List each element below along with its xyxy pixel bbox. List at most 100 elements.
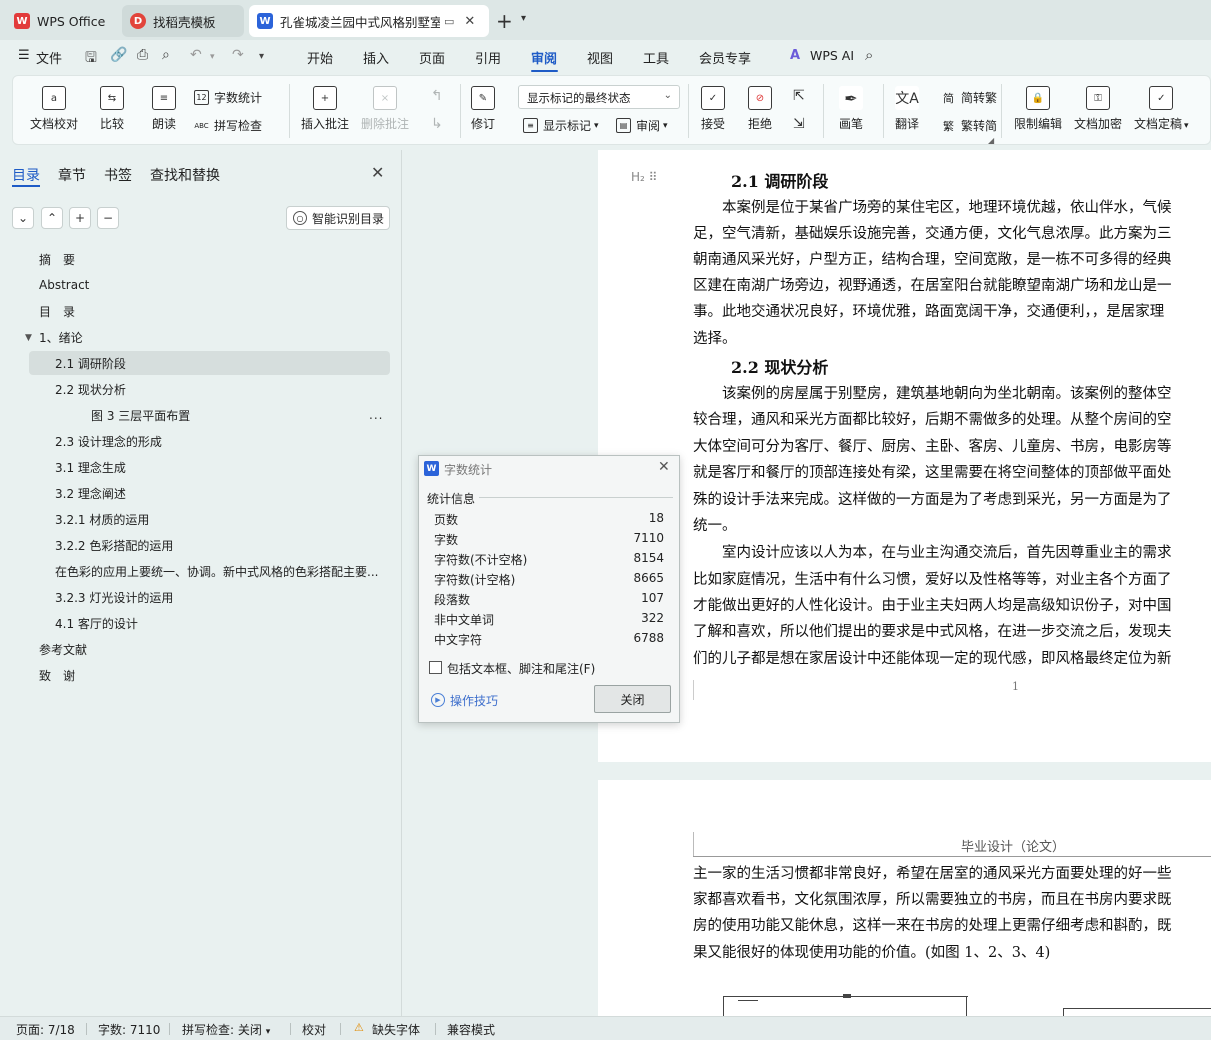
toc-item[interactable]: 目 录	[29, 299, 390, 323]
save-icon[interactable]: 🖫	[85, 47, 97, 71]
tab-wps-office[interactable]: W WPS Office	[6, 5, 116, 37]
proofread-button[interactable]: a 文档校对	[30, 86, 78, 132]
collapse-down-button[interactable]: ⌄	[12, 207, 34, 229]
toc-item[interactable]: 摘 要	[29, 247, 390, 271]
markup-mode-select[interactable]: 显示标记的最终状态 ⌄	[518, 85, 680, 109]
smart-detect-icon: ○	[293, 211, 307, 225]
tab-templates[interactable]: D 找稻壳模板	[122, 5, 244, 37]
compare-button[interactable]: ⇆ 比较	[100, 86, 124, 132]
dialog-close-icon[interactable]: ✕	[658, 459, 670, 475]
status-compat-mode[interactable]: 兼容模式	[447, 1021, 495, 1038]
encrypt-button[interactable]: ⚿ 文档加密	[1074, 86, 1122, 132]
toc-item[interactable]: 3.2.1 材质的运用	[29, 507, 390, 531]
menu-tab-page[interactable]: 页面	[419, 48, 445, 67]
show-markup-button[interactable]: ≡ 显示标记 ▾	[523, 117, 599, 134]
toc-item[interactable]: 3.2.2 色彩搭配的运用	[29, 533, 390, 557]
move-up-button[interactable]: ⌃	[41, 207, 63, 229]
sidebar-tab-bookmarks[interactable]: 书签	[104, 165, 132, 185]
next-change-icon[interactable]: ⇲	[793, 116, 805, 132]
status-missing-font[interactable]: 缺失字体	[372, 1021, 420, 1038]
sidebar-tab-sections[interactable]: 章节	[58, 165, 86, 185]
monitor-icon[interactable]: ▭	[444, 15, 454, 28]
add-heading-button[interactable]: +	[69, 207, 91, 229]
prev-comment-icon[interactable]: ↰	[431, 88, 443, 104]
insert-comment-button[interactable]: + 插入批注	[301, 86, 349, 132]
reject-button[interactable]: ⊘ 拒绝	[748, 86, 772, 132]
toc-item[interactable]: Abstract	[29, 273, 390, 297]
menu-tab-references[interactable]: 引用	[475, 48, 501, 67]
toc-item-selected[interactable]: 2.1 调研阶段	[29, 351, 390, 375]
file-menu[interactable]: 文件	[36, 48, 62, 67]
group-launcher-icon[interactable]: ◢	[988, 136, 994, 145]
sidebar-tab-toc[interactable]: 目录	[12, 165, 40, 185]
toc-item[interactable]: 4.1 客厅的设计	[29, 611, 390, 635]
pen-button[interactable]: ✒ 画笔	[839, 86, 863, 132]
search-icon[interactable]: ⌕	[865, 46, 873, 64]
accept-button[interactable]: ✓ 接受	[701, 86, 725, 132]
finalize-button[interactable]: ✓ 文档定稿 ▾	[1134, 86, 1189, 132]
toc-item[interactable]: 在色彩的应用上要统一、协调。新中式风格的色彩搭配主要...	[29, 559, 390, 583]
menu-tab-insert[interactable]: 插入	[363, 48, 389, 67]
smart-toc-button[interactable]: ○ 智能识别目录	[286, 206, 390, 230]
menu-tab-tools[interactable]: 工具	[643, 48, 669, 67]
toc-item-label: 3.2.3 灯光设计的运用	[55, 590, 174, 605]
document-page[interactable]: 毕业设计（论文） 主一家的生活习惯都非常良好，希望在居室的通风采光方面要处理的好…	[598, 780, 1211, 1016]
read-aloud-button[interactable]: ≡ 朗读	[152, 86, 176, 132]
new-tab-plus-icon[interactable]: +	[496, 9, 513, 33]
spell-check-button[interactable]: ABC 拼写检查	[194, 117, 262, 134]
tab-document[interactable]: W 孔雀城凌兰园中式风格别墅室内设计 ▭ ✕	[249, 5, 489, 37]
status-spell-check[interactable]: 拼写检查: 关闭 ▾	[182, 1021, 270, 1038]
toc-item[interactable]: 3.2 理念阐述	[29, 481, 390, 505]
share-link-icon[interactable]: 🔗	[110, 47, 127, 63]
tips-link[interactable]: 操作技巧	[450, 692, 498, 709]
include-textboxes-label[interactable]: 包括文本框、脚注和尾注(F)	[447, 660, 595, 677]
more-options-icon[interactable]: ...	[369, 408, 383, 422]
menu-tab-home[interactable]: 开始	[307, 48, 333, 67]
to-simplified-button[interactable]: 繁 繁转简	[941, 117, 997, 134]
word-count-button[interactable]: 12 字数统计	[194, 89, 262, 106]
heading-level-marker[interactable]: H₂ ⠿	[631, 170, 657, 184]
print-preview-icon[interactable]: ⌕	[162, 47, 170, 63]
menu-tab-wps-ai[interactable]: WPS AI	[810, 48, 854, 63]
toc-item[interactable]: 1、绪论	[29, 325, 390, 349]
doc-text-line: 本案例是位于某省广场旁的某住宅区，地理环境优越，依山伴水，气候	[693, 200, 1172, 216]
close-tab-icon[interactable]: ✕	[464, 14, 475, 29]
undo-dropdown-icon[interactable]: ▾	[210, 52, 215, 62]
close-pane-icon[interactable]: ✕	[371, 163, 384, 182]
hamburger-icon[interactable]: ☰	[18, 48, 30, 63]
next-comment-icon[interactable]: ↳	[431, 116, 443, 132]
remove-heading-button[interactable]: −	[97, 207, 119, 229]
review-pane-button[interactable]: ▤ 审阅 ▾	[616, 117, 668, 134]
track-changes-button[interactable]: ✎ 修订	[471, 86, 495, 132]
include-textboxes-checkbox[interactable]	[429, 661, 442, 674]
toc-item[interactable]: 2.2 现状分析	[29, 377, 390, 401]
prev-change-icon[interactable]: ⇱	[793, 88, 805, 104]
print-icon[interactable]: ⎙	[137, 47, 148, 63]
toc-item[interactable]: 3.1 理念生成	[29, 455, 390, 479]
status-page[interactable]: 页面: 7/18	[16, 1021, 75, 1038]
toc-item[interactable]: 参考文献	[29, 637, 390, 661]
translate-button[interactable]: 文A 翻译	[895, 86, 919, 132]
tab-list-chevron-icon[interactable]: ▾	[521, 13, 526, 24]
toc-item[interactable]: 图 3 三层平面布置	[29, 403, 365, 427]
status-word-count[interactable]: 字数: 7110	[98, 1021, 160, 1038]
doc-text-line: 区建在南湖广场旁边，视野通透，在居室阳台就能瞭望南湖广场和龙山是一	[693, 278, 1172, 294]
menu-tab-review[interactable]: 审阅	[531, 48, 557, 67]
restrict-edit-button[interactable]: 🔒 限制编辑	[1014, 86, 1062, 132]
status-proofread[interactable]: 校对	[302, 1021, 326, 1038]
play-tips-icon[interactable]: ▶	[431, 693, 445, 707]
toc-item[interactable]: 3.2.3 灯光设计的运用	[29, 585, 390, 609]
undo-icon[interactable]: ↶	[190, 47, 202, 63]
redo-icon[interactable]: ↷	[232, 47, 244, 63]
menu-bar: ☰ 文件 🖫 🔗 ⎙ ⌕ ↶ ▾ ↷ ▾ 开始 插入 页面 引用 审阅 视图 工…	[0, 40, 1211, 72]
menu-tab-view[interactable]: 视图	[587, 48, 613, 67]
sidebar-tab-find-replace[interactable]: 查找和替换	[150, 165, 220, 185]
delete-comment-button[interactable]: × 删除批注	[361, 86, 409, 132]
close-button[interactable]: 关闭	[594, 685, 671, 713]
document-page[interactable]: H₂ ⠿ 2.1 调研阶段 本案例是位于某省广场旁的某住宅区，地理环境优越，依山…	[598, 150, 1211, 762]
to-traditional-button[interactable]: 简 简转繁	[941, 89, 997, 106]
toc-item[interactable]: 2.3 设计理念的形成	[29, 429, 390, 453]
menu-tab-member[interactable]: 会员专享	[699, 48, 751, 67]
toc-item[interactable]: 致 谢	[29, 663, 390, 687]
quick-access-more-icon[interactable]: ▾	[259, 51, 264, 62]
